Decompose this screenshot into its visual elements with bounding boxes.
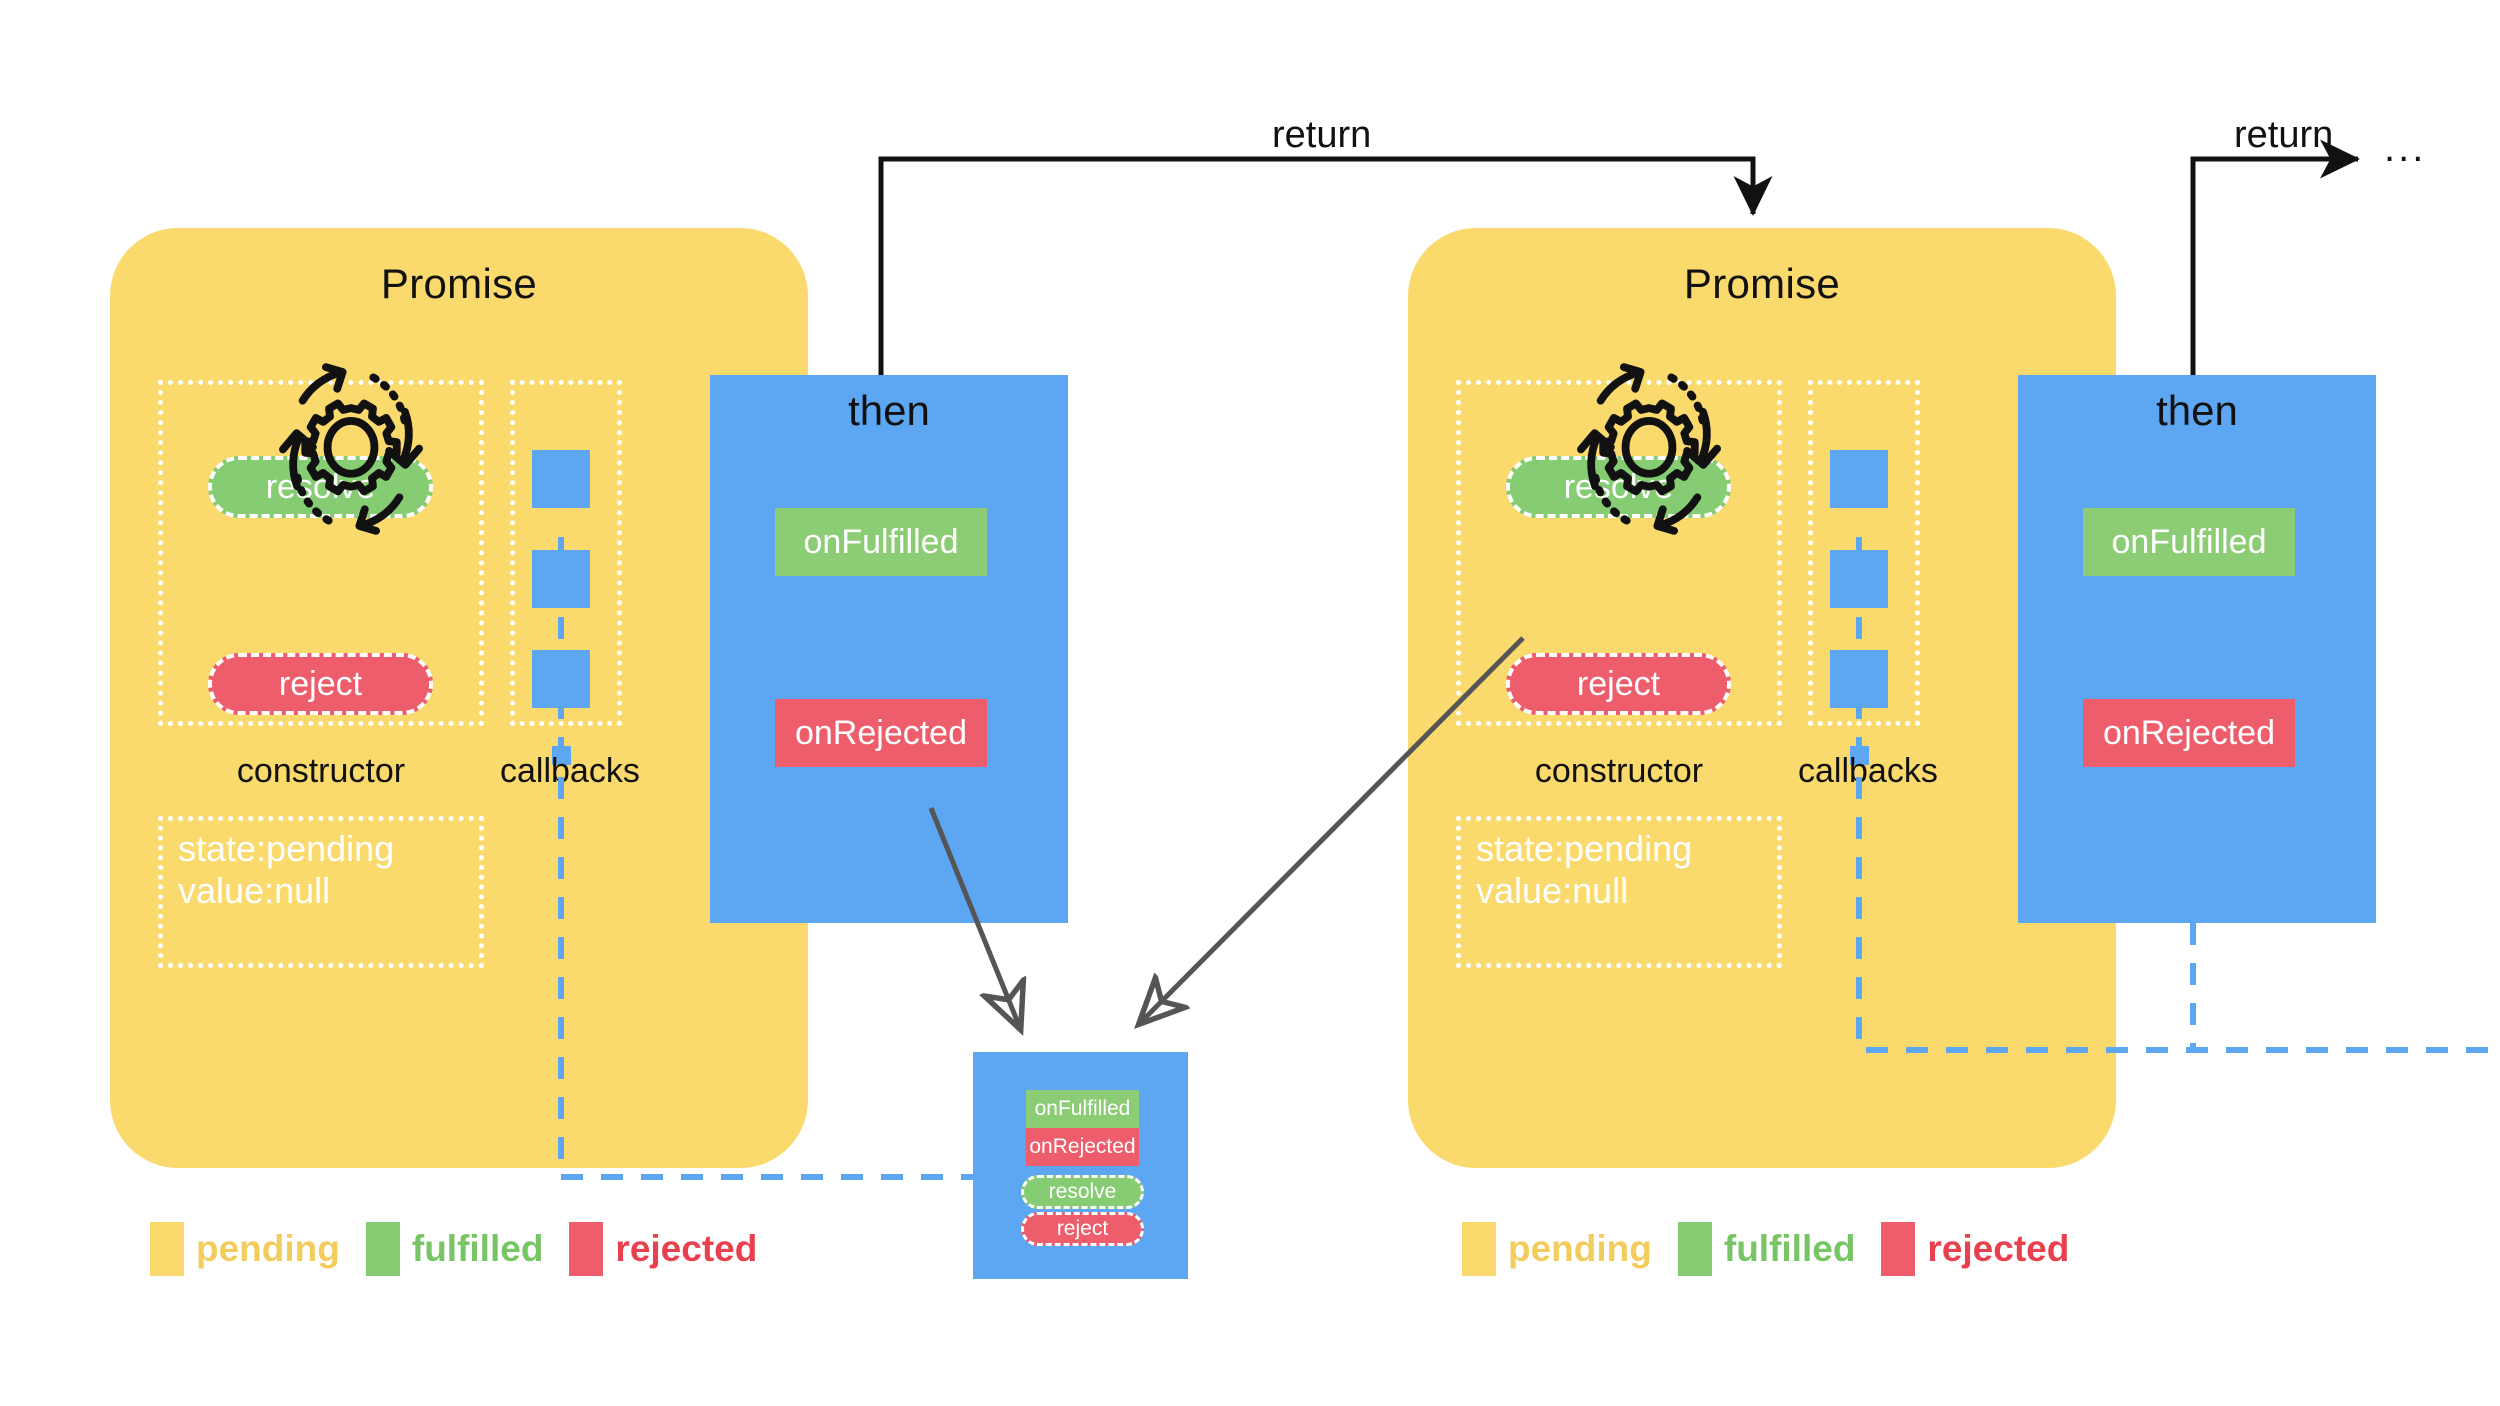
state-line: state:pending	[1476, 828, 1693, 869]
state-value-text: state:pending value:null	[1476, 828, 1692, 913]
callback-slot[interactable]	[1830, 650, 1888, 708]
legend-item: rejected	[1881, 1222, 2069, 1276]
callback-slot[interactable]	[1830, 450, 1888, 508]
diagram-canvas: Promise resolve reject constructor callb…	[0, 0, 2500, 1406]
legend-item: pending	[150, 1222, 340, 1276]
legend-swatch-fulfilled	[365, 1222, 400, 1276]
state-value-text: state:pending value:null	[178, 828, 394, 913]
legend-label-pending: pending	[1508, 1228, 1652, 1269]
legend-swatch-pending	[1462, 1222, 1496, 1276]
on-fulfilled-label: onFulfilled	[2111, 522, 2267, 561]
legend-item: pending	[1462, 1222, 1652, 1276]
continuation-ellipsis: ...	[2384, 126, 2427, 170]
callback-slot[interactable]	[1830, 550, 1888, 608]
legend-label-fulfilled: fulfilled	[411, 1228, 544, 1269]
legend-label-pending: pending	[196, 1228, 340, 1269]
callbacks-label: callbacks	[1798, 752, 1938, 790]
process-gear-icon	[1556, 356, 1742, 542]
promise-title: Promise	[380, 260, 538, 307]
mini-on-fulfilled-label: onFulfilled	[1034, 1097, 1131, 1120]
legend-left: pending fulfilled rejected	[150, 1222, 783, 1276]
legend-swatch-pending	[150, 1222, 184, 1276]
callbacks-label: callbacks	[500, 752, 640, 790]
state-line: state:pending	[178, 828, 395, 869]
then-panel-1: then onFulfilled onRejected	[710, 375, 1068, 923]
promise-title: Promise	[1683, 260, 1841, 307]
promise-card-2: Promise resolve reject constructor callb…	[1408, 228, 2116, 1168]
on-fulfilled-label: onFulfilled	[803, 522, 959, 561]
reject-label: reject	[1576, 664, 1661, 703]
callback-slot[interactable]	[532, 650, 590, 708]
legend-swatch-rejected	[569, 1222, 604, 1276]
on-rejected-label: onRejected	[2102, 713, 2275, 752]
reject-pill[interactable]: reject	[208, 653, 433, 715]
mini-on-fulfilled-box[interactable]: onFulfilled	[1026, 1090, 1139, 1128]
mini-on-rejected-box[interactable]: onRejected	[1026, 1128, 1139, 1166]
on-rejected-box[interactable]: onRejected	[775, 699, 987, 767]
reject-pill[interactable]: reject	[1506, 653, 1731, 715]
return-label-2: return	[2234, 114, 2334, 156]
legend-label-rejected: rejected	[1927, 1228, 2070, 1269]
process-gear-icon	[258, 356, 444, 542]
value-line: value:null	[178, 870, 331, 912]
legend-swatch-rejected	[1881, 1222, 1916, 1276]
then-panel-2: then onFulfilled onRejected	[2018, 375, 2376, 923]
callback-slot[interactable]	[532, 450, 590, 508]
legend-item: fulfilled	[365, 1222, 544, 1276]
mini-on-rejected-label: onRejected	[1029, 1135, 1136, 1158]
constructor-label: constructor	[1534, 752, 1704, 790]
legend-right: pending fulfilled rejected	[1462, 1222, 2095, 1276]
mini-reject-pill[interactable]: reject	[1021, 1212, 1144, 1246]
mini-resolve-pill[interactable]: resolve	[1021, 1175, 1144, 1209]
returned-promise-panel: onFulfilled onRejected resolve reject	[973, 1052, 1188, 1279]
on-rejected-box[interactable]: onRejected	[2083, 699, 2295, 767]
legend-label-fulfilled: fulfilled	[1723, 1228, 1856, 1269]
then-title: then	[2156, 387, 2238, 434]
mini-reject-label: reject	[1056, 1217, 1109, 1240]
value-line: value:null	[1476, 870, 1629, 912]
on-rejected-label: onRejected	[794, 713, 967, 752]
mini-resolve-label: resolve	[1048, 1180, 1117, 1203]
legend-item: rejected	[569, 1222, 757, 1276]
return-connector-2	[2190, 139, 2361, 375]
legend-label-rejected: rejected	[615, 1228, 758, 1269]
on-fulfilled-box[interactable]: onFulfilled	[775, 508, 987, 576]
legend-swatch-fulfilled	[1677, 1222, 1712, 1276]
promise-card-1: Promise resolve reject constructor callb…	[110, 228, 808, 1168]
then-title: then	[848, 387, 930, 434]
return-label-1: return	[1272, 114, 1372, 156]
callback-slot[interactable]	[532, 550, 590, 608]
constructor-label: constructor	[236, 752, 406, 790]
legend-item: fulfilled	[1677, 1222, 1856, 1276]
on-fulfilled-box[interactable]: onFulfilled	[2083, 508, 2295, 576]
reject-label: reject	[278, 664, 363, 703]
